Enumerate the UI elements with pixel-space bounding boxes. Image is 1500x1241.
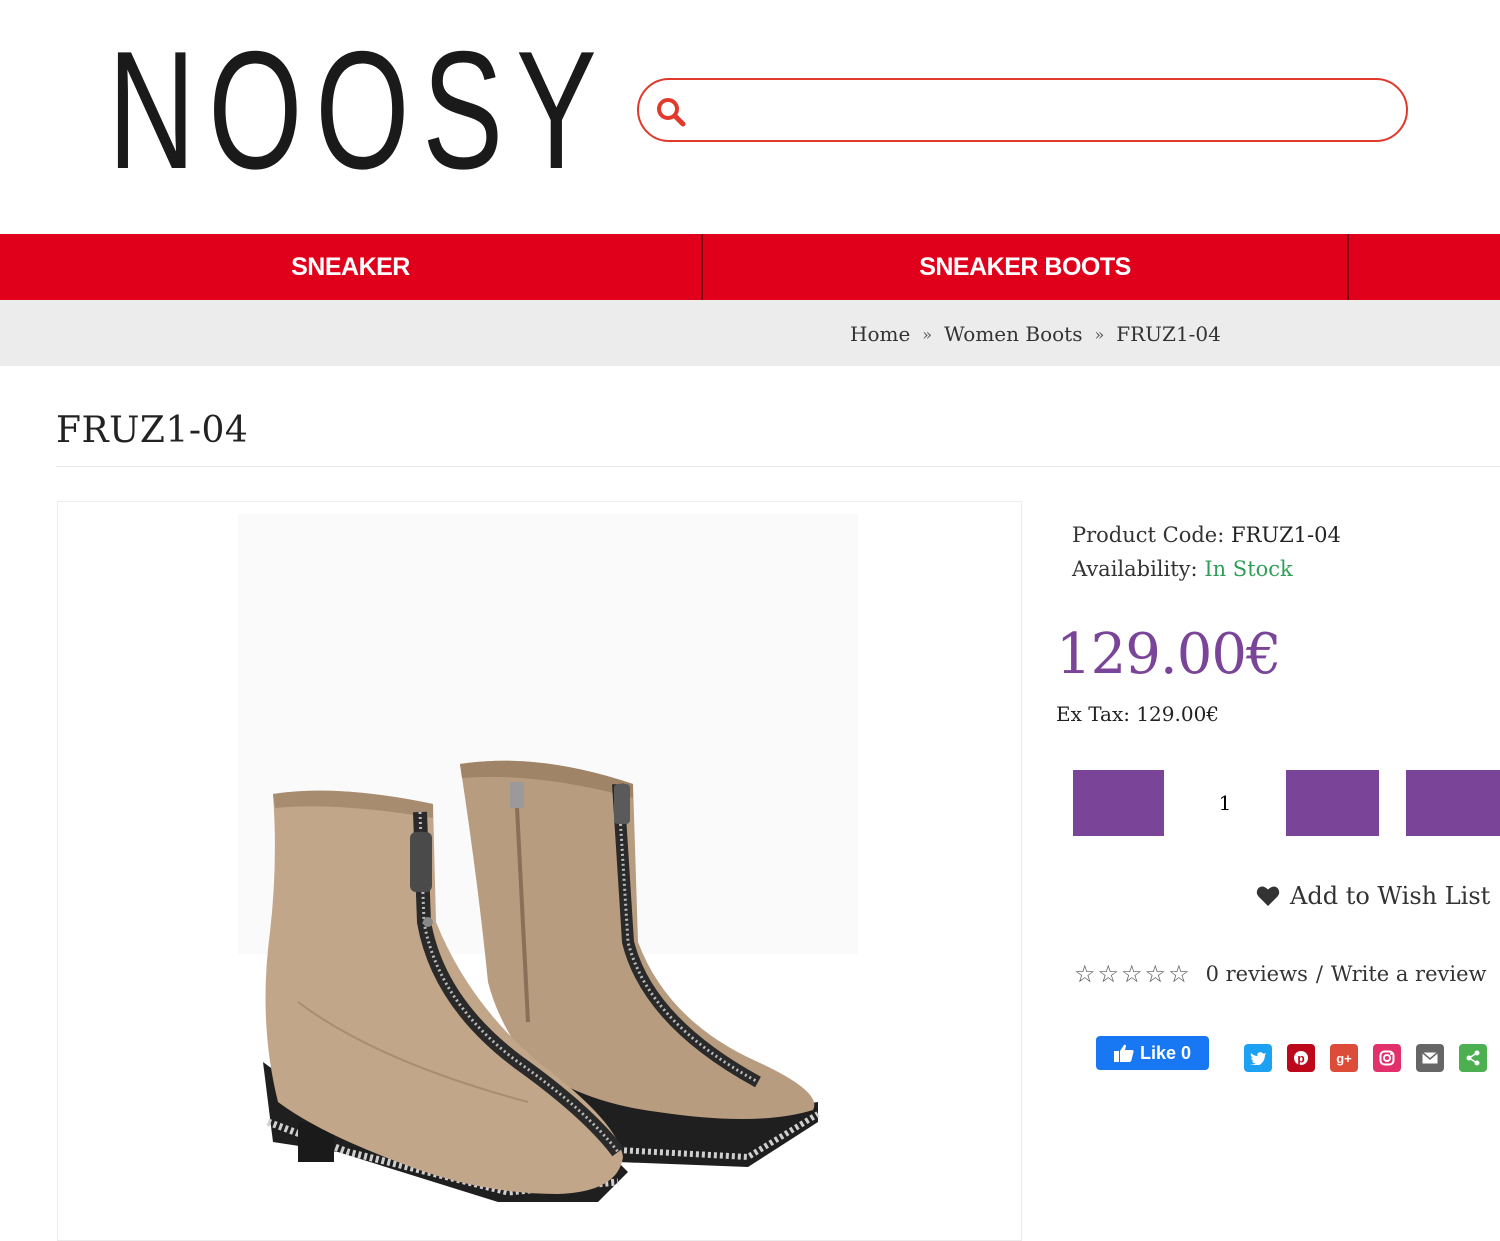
availability-label: Availability: bbox=[1072, 557, 1198, 581]
product-code-value: FRUZ1-04 bbox=[1231, 523, 1341, 547]
google-plus-icon[interactable]: g+ bbox=[1330, 1044, 1358, 1072]
product-code: Product Code: FRUZ1-04 bbox=[1072, 518, 1341, 552]
share-buttons: p g+ bbox=[1244, 1044, 1500, 1072]
instagram-icon[interactable] bbox=[1373, 1044, 1401, 1072]
page-title: FRUZ1-04 bbox=[56, 410, 249, 451]
quantity-increase-button[interactable] bbox=[1286, 770, 1379, 836]
product-image[interactable] bbox=[57, 501, 1022, 1241]
nav-item-sneaker-boots[interactable]: SNEAKER BOOTS bbox=[703, 234, 1349, 300]
quantity-stepper bbox=[1073, 770, 1379, 836]
twitter-icon[interactable] bbox=[1244, 1044, 1272, 1072]
breadcrumb-separator: » bbox=[1094, 324, 1105, 344]
star-empty-icon: ☆ bbox=[1074, 960, 1096, 988]
star-empty-icon: ☆ bbox=[1121, 960, 1143, 988]
separator: / bbox=[1315, 962, 1323, 986]
main-nav: SNEAKER SNEAKER BOOTS bbox=[0, 234, 1500, 300]
quantity-decrease-button[interactable] bbox=[1073, 770, 1164, 836]
search-icon[interactable] bbox=[655, 96, 687, 128]
breadcrumb-bar: Home » Women Boots » FRUZ1-04 bbox=[0, 300, 1500, 366]
add-to-cart-button[interactable] bbox=[1406, 770, 1500, 836]
search-bar bbox=[637, 78, 1408, 142]
nav-item-sneaker[interactable]: SNEAKER bbox=[0, 234, 703, 300]
add-to-wishlist-button[interactable]: Add to Wish List bbox=[1256, 882, 1490, 910]
thumbs-up-icon bbox=[1113, 1044, 1134, 1062]
breadcrumb-current[interactable]: FRUZ1-04 bbox=[1116, 322, 1221, 346]
write-review-link[interactable]: Write a review bbox=[1331, 962, 1487, 986]
facebook-like-label: Like 0 bbox=[1139, 1042, 1192, 1063]
star-empty-icon: ☆ bbox=[1144, 960, 1167, 988]
availability-status: In Stock bbox=[1204, 557, 1293, 581]
price: 129.00€ bbox=[1056, 622, 1282, 687]
quantity-input[interactable] bbox=[1164, 770, 1286, 836]
product-code-label: Product Code: bbox=[1072, 523, 1225, 547]
nav-item-more[interactable] bbox=[1349, 234, 1500, 300]
heart-icon bbox=[1256, 886, 1280, 906]
breadcrumb: Home » Women Boots » FRUZ1-04 bbox=[850, 322, 1221, 346]
star-empty-icon: ☆ bbox=[1097, 960, 1120, 988]
site-logo[interactable]: NOOSY bbox=[108, 26, 610, 194]
wishlist-label: Add to Wish List bbox=[1290, 882, 1491, 910]
product-rating: ☆ ☆ ☆ ☆ ☆ 0 reviews / Write a review bbox=[1074, 960, 1487, 988]
breadcrumb-separator: » bbox=[922, 324, 933, 344]
breadcrumb-home[interactable]: Home bbox=[850, 322, 910, 346]
facebook-like-button[interactable]: Like 0 bbox=[1096, 1036, 1209, 1070]
pinterest-icon[interactable]: p bbox=[1287, 1044, 1315, 1072]
product-meta: Product Code: FRUZ1-04 Availability: In … bbox=[1072, 518, 1341, 586]
email-icon[interactable] bbox=[1416, 1044, 1444, 1072]
boots-photo bbox=[238, 514, 858, 1202]
divider bbox=[56, 466, 1500, 467]
svg-text:g+: g+ bbox=[1336, 1051, 1352, 1066]
reviews-link[interactable]: 0 reviews bbox=[1206, 962, 1308, 986]
availability: Availability: In Stock bbox=[1072, 552, 1341, 586]
star-empty-icon: ☆ bbox=[1168, 960, 1190, 988]
breadcrumb-women-boots[interactable]: Women Boots bbox=[944, 322, 1082, 346]
star-rating: ☆ ☆ ☆ ☆ ☆ bbox=[1074, 960, 1192, 988]
share-icon[interactable] bbox=[1459, 1044, 1487, 1072]
svg-text:p: p bbox=[1297, 1052, 1304, 1066]
ex-tax-price: Ex Tax: 129.00€ bbox=[1056, 702, 1220, 726]
search-input[interactable] bbox=[699, 88, 1376, 134]
